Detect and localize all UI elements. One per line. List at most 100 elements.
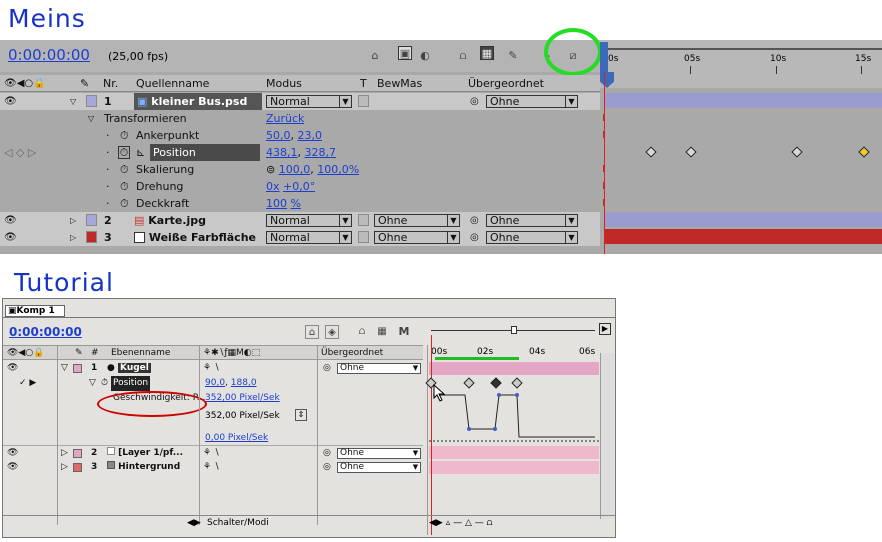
pickwhip-icon[interactable]: ◎ (470, 93, 479, 110)
stopwatch-icon[interactable]: ⏱ (101, 376, 108, 391)
prop-value[interactable]: 23,0 (298, 129, 323, 142)
stopwatch-icon[interactable]: ⏱ (120, 127, 129, 144)
header-name[interactable]: Quellenname (136, 75, 209, 92)
collapsed-twirl-icon[interactable]: ▷ (61, 460, 68, 475)
prop-value[interactable]: 90,0 (205, 378, 225, 388)
preserve-transparency[interactable] (358, 231, 369, 243)
header-t[interactable]: T (360, 75, 367, 92)
pickwhip-icon[interactable]: ◎ (323, 460, 331, 475)
switches-modes-toggle[interactable]: Schalter/Modi (207, 518, 269, 528)
prop-value[interactable]: % (291, 197, 301, 210)
layer-bar-3[interactable] (429, 461, 599, 474)
header-parent[interactable]: Übergeordnet (468, 75, 544, 92)
pickwhip-icon[interactable]: ◎ (470, 229, 479, 246)
collapsed-twirl-icon[interactable]: ▷ (70, 229, 76, 246)
prop-value[interactable]: 328,7 (305, 146, 337, 159)
layer-name[interactable]: [Layer 1/pf... (107, 446, 183, 461)
layer-row-kugel[interactable]: 👁 ▽ 1 ● Kugel ⚘ ∖ ◎ Ohne ▼ (3, 361, 423, 376)
prop-value[interactable]: 188,0 (231, 378, 257, 388)
keyframe-selected[interactable] (490, 377, 502, 389)
eye-icon[interactable]: 👁 (4, 93, 17, 110)
stopwatch-icon[interactable]: ⏱ (120, 195, 129, 212)
parent-dropdown[interactable]: Ohne ▼ (486, 231, 578, 244)
keyframe-checkbox[interactable]: ✓ ▶ (19, 376, 36, 391)
timecode-tut[interactable]: 0:00:00:00 (9, 325, 82, 339)
header-mode[interactable]: Modus (266, 75, 302, 92)
pickwhip-icon[interactable]: ◎ (470, 212, 479, 229)
layer-name[interactable]: Hintergrund (107, 460, 180, 475)
header-hash[interactable]: # (91, 346, 99, 361)
graph-icon[interactable]: ⊾ (136, 144, 145, 161)
prop-row-rotation[interactable]: · ⏱ Drehung 0x +0,0° (0, 178, 600, 195)
layer-bar-2[interactable] (429, 446, 599, 459)
comp-tab[interactable]: ▣Komp 1 (5, 305, 65, 317)
reset-link[interactable]: Zurück (266, 110, 304, 127)
shy-icon[interactable]: ◐ (418, 49, 432, 63)
mode-dropdown[interactable]: Normal ▼ (266, 231, 352, 244)
layer-row-1[interactable]: 👁 ▽ 1 ▣ kleiner Bus.psd Normal ▼ ◎ Ohne ▼ (0, 93, 600, 110)
layer-row-3-tut[interactable]: 👁 ▷ 3 Hintergrund ⚘ ∖ ◎ Ohne ▼ (3, 460, 423, 475)
layer-name[interactable]: Weiße Farbfläche (134, 229, 256, 246)
prop-name-selected[interactable]: Position (111, 376, 151, 391)
vertical-scrollbar[interactable] (600, 353, 614, 519)
zoom-controls[interactable]: ◀▶ ▵ — △ — ⩍ (429, 518, 492, 528)
link-icon[interactable]: ⊜ (266, 163, 275, 176)
keyframe[interactable] (511, 377, 523, 389)
layer-row-2-tut[interactable]: 👁 ▷ 2 [Layer 1/pf... ⚘ ∖ ◎ Ohne ▼ (3, 445, 423, 460)
layer-name[interactable]: ▤ Karte.jpg (134, 212, 206, 229)
speed-value[interactable]: 352,00 Pixel/Sek (205, 391, 280, 406)
label-color[interactable] (86, 214, 97, 226)
speed-graph-min[interactable]: 0,00 Pixel/Sek (205, 433, 268, 443)
layer-row-2[interactable]: 👁 ▷ 2 ▤ Karte.jpg Normal ▼ Ohne ▼ ◎ Ohne ▼ (0, 212, 600, 229)
eye-icon[interactable]: 👁 (7, 460, 18, 475)
prop-row-position-tut[interactable]: ✓ ▶ ▽ ⏱ Position 90,0, 188,0 (3, 376, 423, 391)
keyframe[interactable] (463, 377, 475, 389)
brainstorm-icon[interactable]: ✎ (506, 49, 520, 63)
keyframe-navigator[interactable]: ◁ ◇ ▷ (4, 144, 36, 161)
motionblur-icon[interactable]: ▦ (480, 46, 494, 60)
frameblend-icon[interactable]: ⩍ (456, 49, 470, 63)
toggle-arrows-icon[interactable]: ◀▶ (187, 518, 201, 528)
mode-dropdown[interactable]: Normal ▼ (266, 214, 352, 227)
nav-right-icon[interactable]: ▶ (599, 323, 611, 335)
preserve-transparency[interactable] (358, 95, 369, 107)
parent-dropdown[interactable]: Ohne ▼ (337, 462, 421, 473)
layer-bar-1[interactable] (604, 93, 882, 108)
speed-graph[interactable] (429, 389, 599, 445)
frameblend-icon[interactable]: ▦ (375, 325, 389, 339)
prop-row-scale[interactable]: · ⏱ Skalierung ⊜ 100,0, 100,0% (0, 161, 600, 178)
eye-icon[interactable]: 👁 (4, 229, 17, 246)
layer-bar-2[interactable] (604, 212, 882, 227)
stopwatch-icon[interactable]: ⏱ (118, 146, 130, 159)
stopwatch-icon[interactable]: ⏱ (120, 178, 129, 195)
layer-bar-kugel[interactable] (429, 362, 599, 375)
work-area-bar[interactable] (435, 357, 519, 360)
shy-icon[interactable]: ⩍ (355, 325, 369, 339)
trkmat-dropdown[interactable]: Ohne ▼ (374, 231, 460, 244)
label-color[interactable] (86, 95, 97, 107)
current-time-indicator[interactable] (600, 72, 614, 88)
prop-row-opacity[interactable]: · ⏱ Deckkraft 100 % (0, 195, 600, 212)
header-nr[interactable]: Nr. (103, 75, 118, 92)
label-color[interactable] (86, 231, 97, 243)
motionblur-icon[interactable]: M (397, 325, 411, 339)
pickwhip-icon[interactable]: ◎ (323, 446, 331, 461)
header-trkmat[interactable]: BewMas (377, 75, 422, 92)
prop-row-position[interactable]: ◁ ◇ ▷ · ⏱ ⊾ Position 438,1, 328,7 (0, 144, 600, 161)
eye-icon[interactable]: 👁 (4, 212, 17, 229)
flowchart-icon[interactable]: ⌂ (305, 325, 319, 339)
layer-bar-3[interactable] (604, 229, 882, 244)
expand-twirl-icon[interactable]: ▽ (70, 93, 76, 110)
timecode[interactable]: 0:00:00:00 (8, 46, 90, 64)
zoom-handle[interactable] (511, 326, 517, 334)
header-name[interactable]: Ebenenname (111, 346, 170, 361)
eye-icon[interactable]: 👁 (7, 446, 18, 461)
prop-value[interactable]: 100,0% (317, 163, 359, 176)
draft3d-icon[interactable]: ◈ (325, 325, 339, 339)
parent-dropdown[interactable]: Ohne ▼ (486, 214, 578, 227)
layer-row-3[interactable]: 👁 ▷ 3 Weiße Farbfläche Normal ▼ Ohne ▼ ◎ O… (0, 229, 600, 246)
preserve-transparency[interactable] (358, 214, 369, 226)
stopwatch-icon[interactable]: ⏱ (120, 161, 129, 178)
draft3d-icon[interactable]: ▣ (398, 46, 412, 60)
header-parent[interactable]: Übergeordnet (321, 346, 383, 361)
